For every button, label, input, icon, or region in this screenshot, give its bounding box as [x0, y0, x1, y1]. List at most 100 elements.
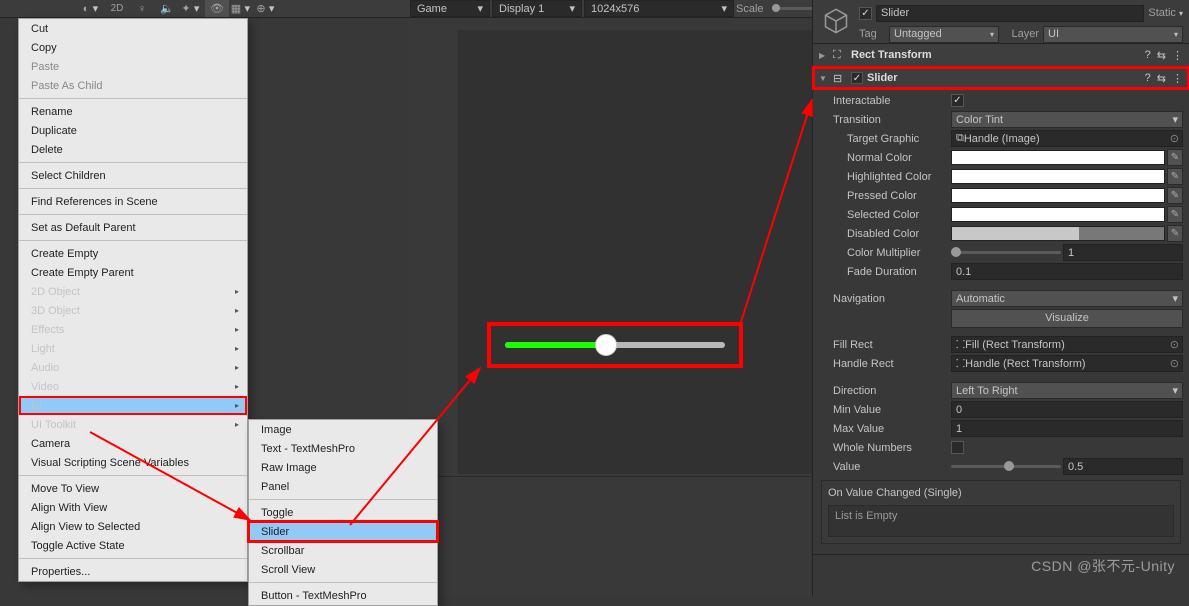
- submenu-raw-image[interactable]: Raw Image: [249, 458, 437, 477]
- gameobject-icon[interactable]: [819, 4, 853, 38]
- menu-light[interactable]: Light▸: [19, 339, 247, 358]
- help-icon[interactable]: ?: [1145, 49, 1151, 62]
- handle-rect-field[interactable]: ⸬ Handle (Rect Transform)⊙: [951, 355, 1183, 372]
- slider-handle[interactable]: [595, 334, 617, 356]
- menu-rename[interactable]: Rename: [19, 102, 247, 121]
- shading-mode-button[interactable]: ◐▾: [80, 0, 104, 17]
- display-dropdown[interactable]: Display 1▾: [492, 0, 582, 17]
- gizmos-icon[interactable]: ⊕▾: [255, 0, 279, 17]
- slider-component-header[interactable]: ▼ ⊟ Slider ?⇆⋮: [813, 67, 1189, 89]
- min-value-input[interactable]: [951, 401, 1183, 418]
- menu-icon[interactable]: ⋮: [1172, 72, 1183, 85]
- menu-properties[interactable]: Properties...: [19, 562, 247, 581]
- submenu-image[interactable]: Image: [249, 420, 437, 439]
- submenu-text-tmp[interactable]: Text - TextMeshPro: [249, 439, 437, 458]
- layer-dropdown[interactable]: UI▾: [1043, 26, 1183, 43]
- menu-align-to-selected[interactable]: Align View to Selected: [19, 517, 247, 536]
- mode-2d-button[interactable]: 2D: [105, 0, 129, 17]
- lighting-icon[interactable]: ♀: [130, 0, 154, 17]
- eyedropper-icon[interactable]: ✎: [1167, 149, 1183, 166]
- target-graphic-field[interactable]: ⧉ Handle (Image)⊙: [951, 130, 1183, 147]
- menu-icon[interactable]: ⋮: [1172, 49, 1183, 62]
- menu-cut[interactable]: Cut: [19, 19, 247, 38]
- scale-slider[interactable]: [772, 7, 812, 10]
- navigation-dropdown[interactable]: Automatic▾: [951, 290, 1183, 307]
- menu-create-empty[interactable]: Create Empty: [19, 244, 247, 263]
- menu-duplicate[interactable]: Duplicate: [19, 121, 247, 140]
- help-icon[interactable]: ?: [1145, 72, 1151, 85]
- menu-move-to-view[interactable]: Move To View: [19, 479, 247, 498]
- rect-transform-header[interactable]: ▶ ⛶ Rect Transform ?⇆⋮: [813, 44, 1189, 66]
- submenu-scrollbar[interactable]: Scrollbar: [249, 541, 437, 560]
- eyedropper-icon[interactable]: ✎: [1167, 225, 1183, 242]
- fill-rect-field[interactable]: ⸬ Fill (Rect Transform)⊙: [951, 336, 1183, 353]
- submenu-toggle[interactable]: Toggle: [249, 503, 437, 522]
- menu-camera[interactable]: Camera: [19, 434, 247, 453]
- submenu-panel[interactable]: Panel: [249, 477, 437, 496]
- slider-track[interactable]: [505, 342, 725, 348]
- fx-icon[interactable]: ✦▾: [180, 0, 204, 17]
- menu-visual-scripting[interactable]: Visual Scripting Scene Variables: [19, 453, 247, 472]
- visibility-icon[interactable]: 👁: [205, 0, 229, 17]
- whole-numbers-checkbox[interactable]: [951, 441, 964, 454]
- gameobject-active-checkbox[interactable]: [859, 7, 872, 20]
- fade-duration-input[interactable]: [951, 263, 1183, 280]
- event-list-empty: List is Empty: [828, 505, 1174, 537]
- camera-icon[interactable]: ▦▾: [230, 0, 254, 17]
- menu-delete[interactable]: Delete: [19, 140, 247, 159]
- gameobject-name-input[interactable]: [876, 5, 1144, 22]
- menu-toggle-active[interactable]: Toggle Active State: [19, 536, 247, 555]
- selected-color-swatch[interactable]: [951, 207, 1165, 222]
- inspector-panel: Static ▾ Tag Untagged▾ Layer UI▾ ▶ ⛶ Rec…: [812, 0, 1189, 596]
- menu-copy[interactable]: Copy: [19, 38, 247, 57]
- expand-icon[interactable]: ▼: [819, 74, 829, 83]
- preset-icon[interactable]: ⇆: [1157, 49, 1166, 62]
- menu-2d-object[interactable]: 2D Object▸: [19, 282, 247, 301]
- max-value-input[interactable]: [951, 420, 1183, 437]
- rect-transform-icon: ⛶: [833, 49, 847, 62]
- menu-audio[interactable]: Audio▸: [19, 358, 247, 377]
- static-dropdown[interactable]: Static ▾: [1148, 7, 1183, 19]
- audio-icon[interactable]: 🔈: [155, 0, 179, 17]
- expand-icon[interactable]: ▶: [819, 51, 829, 60]
- menu-paste-as-child[interactable]: Paste As Child: [19, 76, 247, 95]
- direction-dropdown[interactable]: Left To Right▾: [951, 382, 1183, 399]
- value-input[interactable]: [1063, 458, 1183, 475]
- disabled-color-swatch[interactable]: [951, 226, 1165, 241]
- value-slider[interactable]: [951, 465, 1061, 468]
- transition-label: Transition: [819, 114, 947, 126]
- menu-paste[interactable]: Paste: [19, 57, 247, 76]
- menu-3d-object[interactable]: 3D Object▸: [19, 301, 247, 320]
- pressed-color-swatch[interactable]: [951, 188, 1165, 203]
- submenu-slider[interactable]: Slider: [249, 522, 437, 541]
- menu-align-with-view[interactable]: Align With View: [19, 498, 247, 517]
- transition-dropdown[interactable]: Color Tint▾: [951, 111, 1183, 128]
- game-tab-dropdown[interactable]: Game▾: [410, 0, 490, 17]
- slider-preview: [487, 322, 743, 368]
- submenu-scroll-view[interactable]: Scroll View: [249, 560, 437, 579]
- menu-find-refs[interactable]: Find References in Scene: [19, 192, 247, 211]
- eyedropper-icon[interactable]: ✎: [1167, 168, 1183, 185]
- menu-ui-toolkit[interactable]: UI Toolkit▸: [19, 415, 247, 434]
- event-title: On Value Changed (Single): [828, 487, 1174, 499]
- menu-create-empty-parent[interactable]: Create Empty Parent: [19, 263, 247, 282]
- color-multiplier-slider[interactable]: [951, 251, 1061, 254]
- interactable-checkbox[interactable]: [951, 94, 964, 107]
- menu-select-children[interactable]: Select Children: [19, 166, 247, 185]
- highlighted-color-swatch[interactable]: [951, 169, 1165, 184]
- layer-label: Layer: [1003, 28, 1039, 40]
- visualize-button[interactable]: Visualize: [951, 309, 1183, 328]
- tag-dropdown[interactable]: Untagged▾: [889, 26, 999, 43]
- menu-effects[interactable]: Effects▸: [19, 320, 247, 339]
- inspector-header: Static ▾ Tag Untagged▾ Layer UI▾: [813, 0, 1189, 44]
- eyedropper-icon[interactable]: ✎: [1167, 206, 1183, 223]
- color-multiplier-input[interactable]: [1063, 244, 1183, 261]
- preset-icon[interactable]: ⇆: [1157, 72, 1166, 85]
- resolution-dropdown[interactable]: 1024x576▾: [584, 0, 734, 17]
- menu-video[interactable]: Video▸: [19, 377, 247, 396]
- menu-set-default-parent[interactable]: Set as Default Parent: [19, 218, 247, 237]
- component-enabled-checkbox[interactable]: [851, 72, 863, 84]
- menu-ui[interactable]: UI▸: [19, 396, 247, 415]
- normal-color-swatch[interactable]: [951, 150, 1165, 165]
- eyedropper-icon[interactable]: ✎: [1167, 187, 1183, 204]
